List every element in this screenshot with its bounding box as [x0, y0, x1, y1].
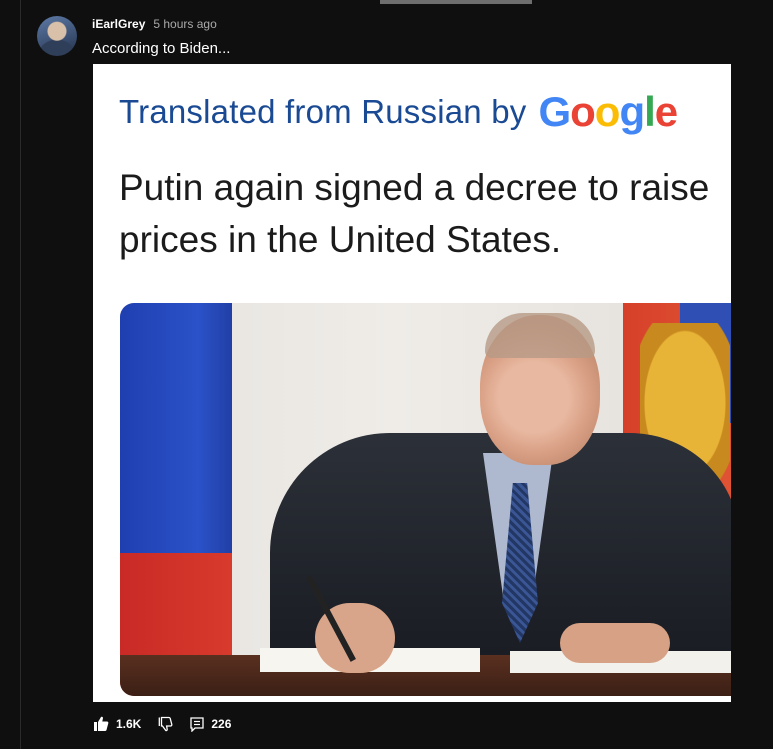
like-count: 1.6K [116, 717, 142, 731]
comment-icon [189, 716, 205, 732]
thumbs-up-icon [93, 716, 109, 732]
top-scroll-indicator [380, 0, 532, 4]
attached-image[interactable]: Translated from Russian by Google Putin … [93, 64, 731, 702]
thumbs-down-icon [157, 716, 173, 732]
dislike-button[interactable] [157, 716, 173, 732]
thread-divider [20, 0, 21, 749]
translation-banner: Translated from Russian by Google [119, 88, 678, 136]
flag-blue-stripe [120, 303, 232, 553]
comment-text: According to Biden... [92, 40, 231, 57]
comment-actions: 1.6K 226 [93, 715, 231, 733]
avatar[interactable] [37, 16, 77, 56]
replies-button[interactable]: 226 [189, 716, 231, 732]
author-name[interactable]: iEarlGrey [92, 17, 145, 31]
photo [120, 303, 731, 696]
google-logo: Google [538, 88, 678, 135]
image-headline: Putin again signed a decree to raise pri… [119, 167, 710, 260]
comment-header: iEarlGrey 5 hours ago [92, 17, 217, 33]
reply-count: 226 [211, 717, 232, 731]
translated-label: Translated from Russian by [119, 93, 527, 130]
like-button[interactable]: 1.6K [93, 716, 141, 732]
comment-time[interactable]: 5 hours ago [153, 17, 216, 31]
